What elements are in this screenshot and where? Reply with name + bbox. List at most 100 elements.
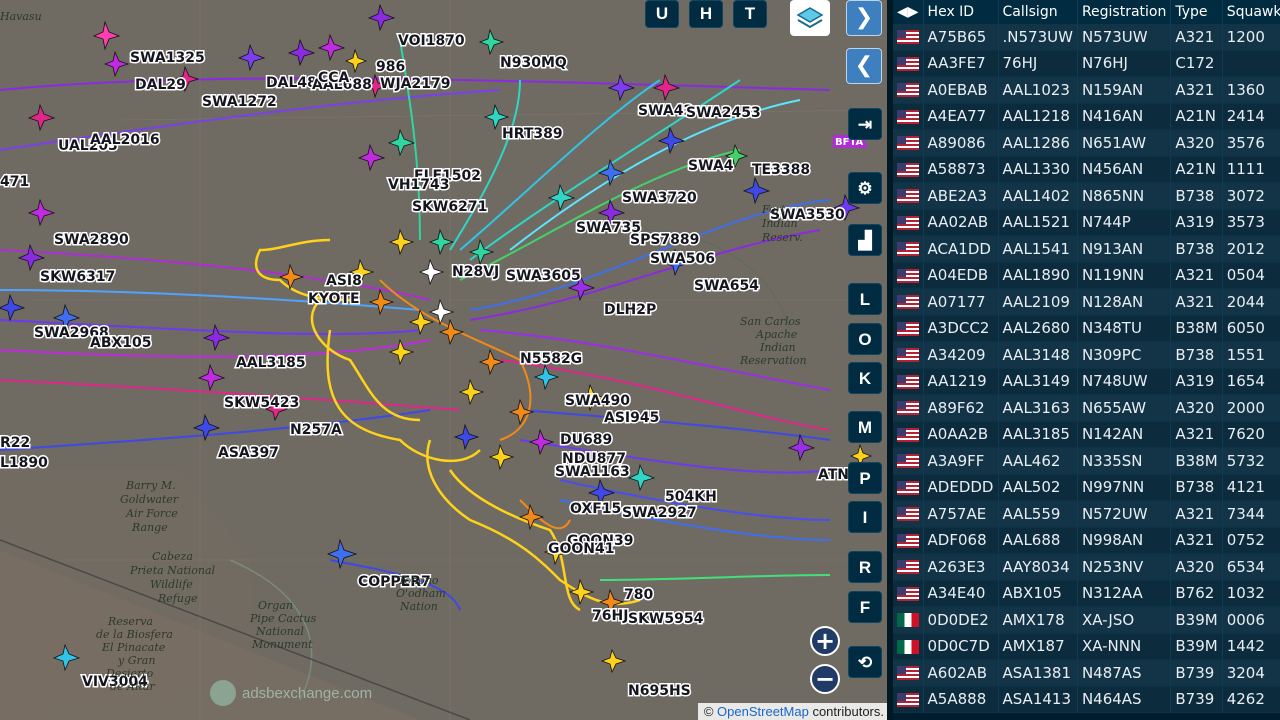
table-row[interactable]: AA1219 AAL3149 N748UW A319 1654: [893, 368, 1280, 395]
aircraft-label[interactable]: SWA2453: [685, 104, 763, 123]
table-row[interactable]: A75B65 .N573UW N573UW A321 1200: [893, 24, 1280, 51]
table-row[interactable]: A34209 AAL3148 N309PC B738 1551: [893, 341, 1280, 369]
table-row[interactable]: A89F62 AAL3163 N655AW A320 2000: [893, 394, 1280, 422]
replay-button[interactable]: ⟲: [848, 646, 882, 678]
openstreetmap-link[interactable]: OpenStreetMap: [717, 704, 809, 719]
aircraft-label[interactable]: SKW6317: [39, 268, 117, 287]
table-row[interactable]: AA3FE7 76HJ N76HJ C172: [893, 50, 1280, 77]
table-row[interactable]: 0D0C7D AMX187 XA-NNN B39M 1442: [893, 633, 1280, 660]
toggle-i-button[interactable]: I: [848, 501, 882, 533]
aircraft-label[interactable]: N930MQ: [499, 54, 569, 73]
aircraft-label[interactable]: DLH2P: [603, 301, 658, 320]
aircraft-label[interactable]: SWA654: [693, 277, 761, 296]
aircraft-label[interactable]: N695HS: [627, 682, 693, 701]
table-row[interactable]: ACA1DD AAL1541 N913AN B738 2012: [893, 235, 1280, 263]
aircraft-label[interactable]: ABX105: [89, 334, 154, 353]
aircraft-label[interactable]: SPS7889: [629, 231, 701, 250]
toggle-k-button[interactable]: K: [848, 362, 882, 394]
toggle-m-button[interactable]: M: [848, 411, 882, 443]
aircraft-label[interactable]: 780: [623, 586, 655, 605]
table-row[interactable]: A34E40 ABX105 N312AA B762 1032: [893, 580, 1280, 607]
toggle-p-button[interactable]: P: [848, 462, 882, 494]
aircraft-label[interactable]: SWA1325: [129, 49, 207, 68]
aircraft-label[interactable]: 986: [375, 58, 407, 77]
toggle-o-button[interactable]: O: [848, 323, 882, 355]
aircraft-label[interactable]: 504KH: [664, 488, 719, 507]
toggle-r-button[interactable]: R: [848, 551, 882, 583]
table-row[interactable]: A757AE AAL559 N572UW A321 7344: [893, 500, 1280, 528]
aircraft-label[interactable]: ATN: [817, 466, 851, 485]
aircraft-label[interactable]: TE3388: [751, 161, 812, 180]
col-callsign[interactable]: Callsign: [998, 0, 1078, 24]
table-row[interactable]: A263E3 AAY8034 N253NV A320 6534: [893, 553, 1280, 581]
aircraft-label[interactable]: SWA4: [687, 157, 736, 176]
aircraft-label[interactable]: SWA42: [637, 102, 695, 121]
table-row[interactable]: A3DCC2 AAL2680 N348TU B38M 6050: [893, 315, 1280, 342]
aircraft-label[interactable]: DAL48: [265, 74, 319, 93]
aircraft-label[interactable]: N257A: [289, 421, 344, 440]
table-row[interactable]: A04EDB AAL1890 N119NN A321 0504: [893, 262, 1280, 289]
toggle-u-button[interactable]: U: [645, 0, 679, 28]
table-row[interactable]: A5A888 ASA1413 N464AS B739 4262: [893, 686, 1280, 713]
aircraft-label[interactable]: SWA2890: [53, 231, 131, 250]
aircraft-label[interactable]: SWA506: [649, 250, 717, 269]
aircraft-label[interactable]: SKW6271: [411, 198, 489, 217]
col-hex-id[interactable]: Hex ID: [923, 0, 999, 24]
aircraft-label[interactable]: SKW5423: [223, 394, 301, 413]
col-registration[interactable]: Registration: [1077, 0, 1172, 24]
table-row[interactable]: ADEDDD AAL502 N997NN B738 4121: [893, 474, 1280, 501]
collapse-left-button[interactable]: ❮: [846, 48, 882, 84]
aircraft-label[interactable]: AAL3185: [235, 354, 308, 373]
aircraft-label[interactable]: AAL2016: [89, 131, 162, 150]
aircraft-label[interactable]: N5582G: [519, 350, 584, 369]
expand-right-button[interactable]: ❯: [846, 0, 882, 36]
login-button[interactable]: ⇥: [848, 108, 882, 140]
aircraft-label[interactable]: R22: [0, 434, 32, 453]
aircraft-label[interactable]: ASA397: [217, 444, 281, 463]
table-row[interactable]: 0D0DE2 AMX178 XA-JSO B39M 0006: [893, 606, 1280, 634]
table-row[interactable]: A0EBAB AAL1023 N159AN A321 1360: [893, 76, 1280, 104]
aircraft-label[interactable]: 76HJ: [591, 607, 630, 626]
column-toggle[interactable]: ◀▶: [893, 0, 924, 24]
col-type[interactable]: Type: [1170, 0, 1223, 24]
aircraft-label[interactable]: SWA3605: [505, 267, 583, 286]
settings-button[interactable]: ⚙: [848, 172, 882, 204]
aircraft-label[interactable]: KYOTE: [307, 290, 362, 309]
aircraft-label[interactable]: HRT389: [501, 125, 565, 144]
layers-button[interactable]: [790, 0, 830, 36]
aircraft-label[interactable]: SKW5954: [627, 610, 706, 629]
toggle-f-button[interactable]: F: [848, 591, 882, 623]
table-row[interactable]: A0AA2B AAL3185 N142AN A321 7620: [893, 421, 1280, 448]
aircraft-label[interactable]: SWA490: [564, 392, 632, 411]
aircraft-label[interactable]: N28VJ: [451, 263, 501, 282]
aircraft-label[interactable]: SWA3720: [621, 189, 699, 208]
toggle-t-button[interactable]: T: [733, 0, 767, 28]
col-squawk[interactable]: Squawk: [1222, 0, 1280, 24]
table-row[interactable]: A07177 AAL2109 N128AN A321 2044: [893, 288, 1280, 316]
aircraft-label[interactable]: ASI945: [603, 409, 661, 428]
aircraft-label[interactable]: GOON41: [547, 540, 617, 559]
aircraft-label[interactable]: VH1743: [387, 176, 452, 195]
aircraft-label[interactable]: WJA2179: [379, 75, 452, 94]
aircraft-label[interactable]: ASI8: [325, 272, 364, 291]
zoom-out-button[interactable]: −: [810, 664, 840, 694]
aircraft-label[interactable]: VOI1870: [397, 32, 467, 51]
table-row[interactable]: AA02AB AAL1521 N744P A319 3573: [893, 209, 1280, 236]
zoom-in-button[interactable]: +: [810, 626, 840, 656]
aircraft-label[interactable]: OXF15: [569, 500, 623, 519]
toggle-l-button[interactable]: L: [848, 283, 882, 315]
table-row[interactable]: ABE2A3 AAL1402 N865NN B738 3072: [893, 182, 1280, 210]
aircraft-label[interactable]: 471: [0, 173, 31, 192]
table-row[interactable]: A58873 AAL1330 N456AN A21N 1111: [893, 156, 1280, 183]
aircraft-label[interactable]: SWA1163: [554, 463, 632, 482]
aircraft-label[interactable]: CCA: [317, 69, 352, 88]
aircraft-label[interactable]: SWA2927: [621, 504, 699, 523]
table-row[interactable]: A89086 AAL1286 N651AW A320 3576: [893, 129, 1280, 157]
aircraft-label[interactable]: SWA1272: [201, 93, 279, 112]
aircraft-label[interactable]: L1890: [0, 454, 50, 473]
aircraft-label[interactable]: DU689: [559, 431, 614, 450]
table-row[interactable]: A3A9FF AAL462 N335SN B38M 5732: [893, 447, 1280, 475]
table-row[interactable]: ADF068 AAL688 N998AN A321 0752: [893, 527, 1280, 554]
map-view[interactable]: SWA1325 DAL29 SWA1272 DAL48 AAL688 CCA 986 WJA2…: [0, 0, 890, 720]
toggle-h-button[interactable]: H: [689, 0, 723, 28]
